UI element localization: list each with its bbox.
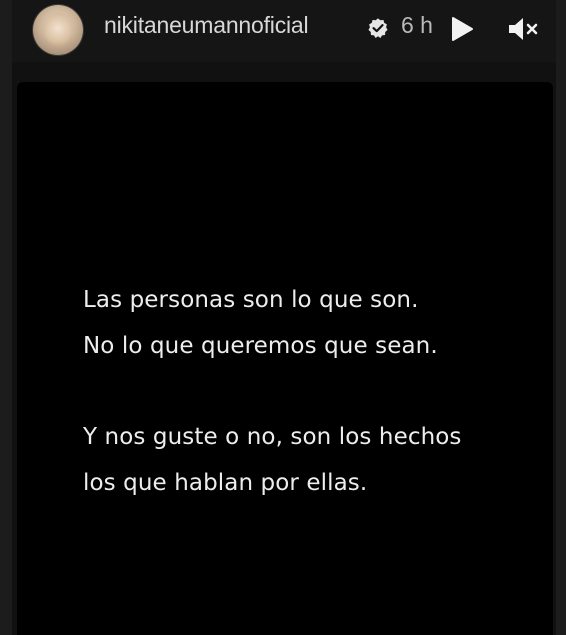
story-viewer: nikitaneumannoficial 6 h Las personas so… (0, 0, 566, 635)
story-content[interactable]: Las personas son lo que son. No lo que q… (17, 82, 553, 635)
muted-speaker-icon[interactable] (507, 16, 541, 42)
username[interactable]: nikitaneumannoficial (104, 12, 309, 39)
story-text-line: Y nos guste o no, son los hechos (83, 424, 462, 450)
verified-badge-icon (368, 18, 388, 38)
story-text-line: Las personas son lo que son. (83, 287, 419, 313)
play-icon[interactable] (450, 16, 474, 42)
story-header: nikitaneumannoficial 6 h (0, 0, 566, 62)
profile-avatar[interactable] (33, 5, 83, 55)
story-text-line: No lo que queremos que sean. (83, 333, 438, 359)
story-text-line: los que hablan por ellas. (83, 470, 368, 496)
post-timestamp: 6 h (401, 12, 433, 38)
